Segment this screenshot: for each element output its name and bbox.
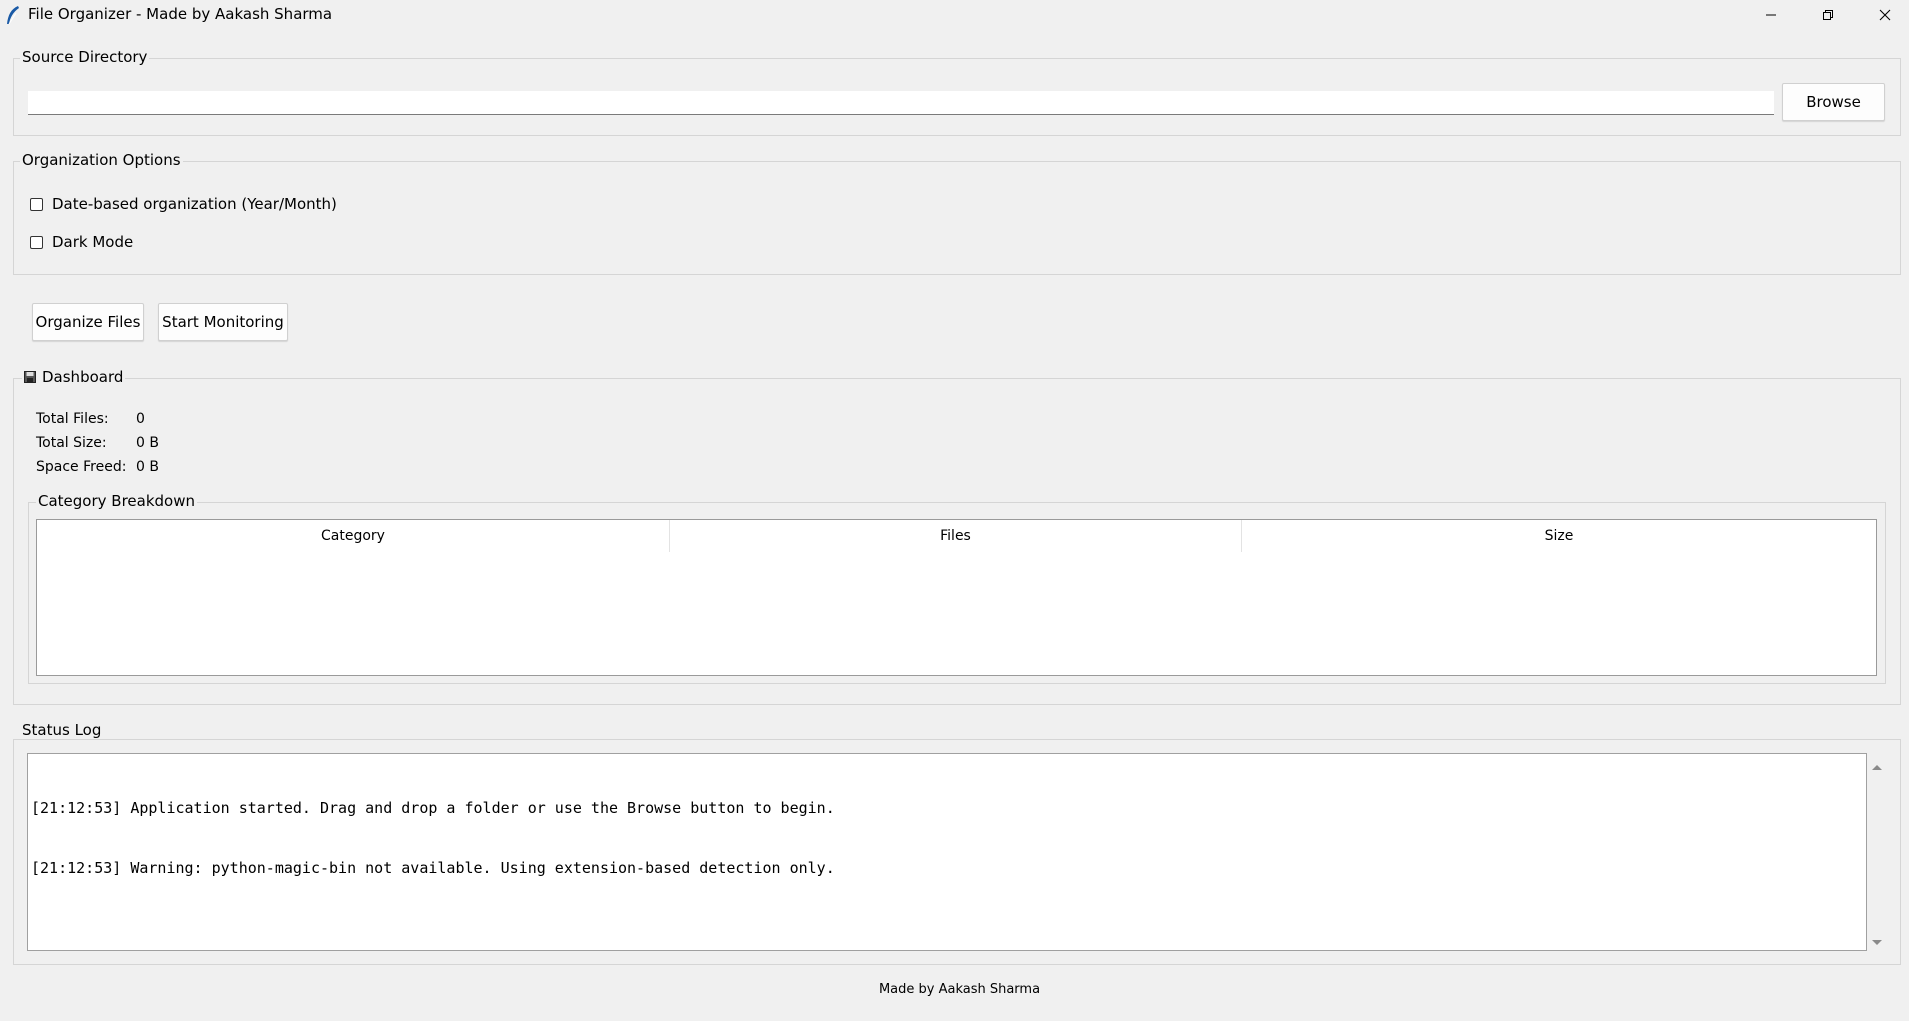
column-header-size[interactable]: Size <box>1242 520 1876 552</box>
dark-mode-checkbox[interactable] <box>30 235 43 249</box>
column-header-files[interactable]: Files <box>670 520 1241 552</box>
category-breakdown-table[interactable]: Category Files Size <box>36 519 1877 676</box>
feather-icon <box>5 5 21 25</box>
log-line: [21:12:53] Application started. Drag and… <box>31 799 835 817</box>
source-directory-title: Source Directory <box>20 48 150 66</box>
dark-mode-checkbox-row[interactable]: Dark Mode <box>30 232 133 252</box>
scroll-up-arrow[interactable] <box>1870 759 1884 771</box>
organization-options-title: Organization Options <box>20 151 183 169</box>
space-freed-label: Space Freed: <box>36 459 127 475</box>
restore-button[interactable] <box>1799 0 1856 30</box>
title-bar: File Organizer - Made by Aakash Sharma <box>0 0 1909 30</box>
total-size-label: Total Size: <box>36 435 107 451</box>
restore-icon <box>1822 10 1833 20</box>
column-header-category[interactable]: Category <box>37 520 669 552</box>
minimize-icon <box>1765 14 1776 16</box>
close-button[interactable] <box>1856 0 1909 30</box>
minimize-button[interactable] <box>1742 0 1799 30</box>
organize-files-button[interactable]: Organize Files <box>32 303 144 341</box>
date-based-label[interactable]: Date-based organization (Year/Month) <box>52 195 337 213</box>
log-line: [21:12:53] Warning: python-magic-bin not… <box>31 859 835 877</box>
footer-credit: Made by Aakash Sharma <box>878 982 1041 997</box>
status-log-title: Status Log <box>20 721 104 739</box>
dark-mode-label[interactable]: Dark Mode <box>52 233 133 251</box>
dashboard-title: Dashboard <box>42 368 124 386</box>
chevron-up-icon <box>1872 765 1882 770</box>
source-path-input[interactable] <box>28 91 1774 115</box>
start-monitoring-button[interactable]: Start Monitoring <box>158 303 288 341</box>
floppy-disk-icon <box>24 371 36 383</box>
space-freed-value: 0 B <box>136 459 159 475</box>
total-size-value: 0 B <box>136 435 159 451</box>
organization-options-group <box>13 161 1901 275</box>
dashboard-title-wrap: Dashboard <box>22 368 126 386</box>
browse-button[interactable]: Browse <box>1782 83 1885 121</box>
close-icon <box>1879 9 1890 21</box>
chevron-down-icon <box>1872 940 1882 945</box>
category-breakdown-title: Category Breakdown <box>36 492 197 510</box>
scroll-down-arrow[interactable] <box>1870 935 1884 947</box>
window-title: File Organizer - Made by Aakash Sharma <box>28 5 333 23</box>
date-based-checkbox[interactable] <box>30 197 43 211</box>
total-files-value: 0 <box>136 411 145 427</box>
total-files-label: Total Files: <box>36 411 109 427</box>
table-header: Category Files Size <box>37 520 1876 552</box>
date-based-checkbox-row[interactable]: Date-based organization (Year/Month) <box>30 194 337 214</box>
status-log-text[interactable]: [21:12:53] Application started. Drag and… <box>27 753 1867 951</box>
